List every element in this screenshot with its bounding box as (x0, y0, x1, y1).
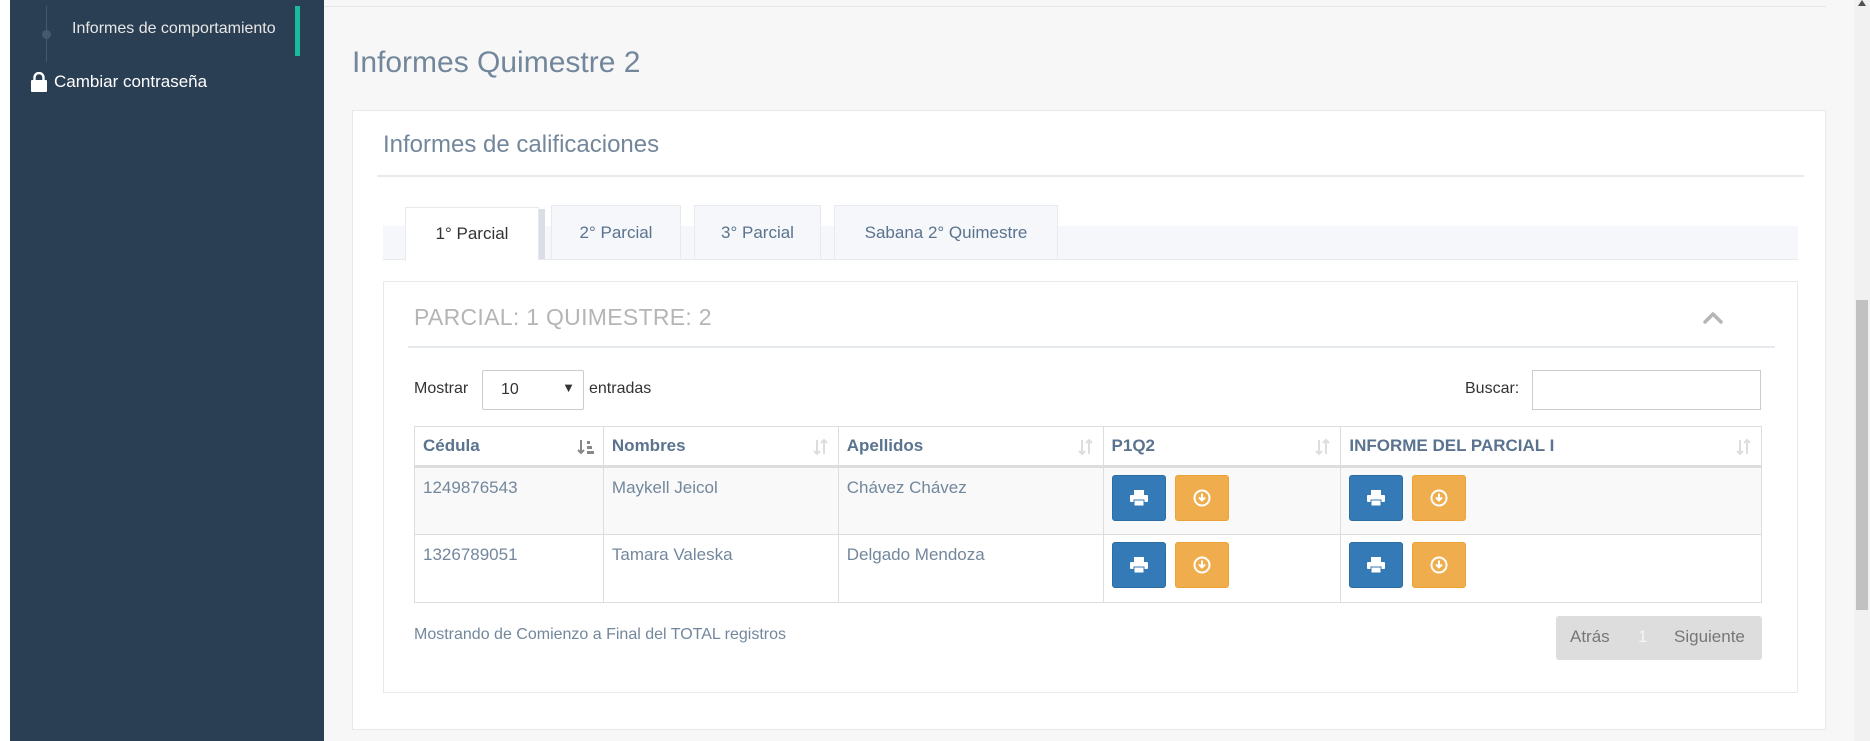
print-icon (1129, 557, 1148, 573)
sort-icon (1077, 438, 1093, 456)
download-button[interactable] (1412, 542, 1467, 588)
page-size-select[interactable]: 10 ▼ (482, 370, 584, 410)
table-row: 1326789051 Tamara Valeska Delgado Mendoz… (414, 534, 1762, 603)
cell-nombres: Maykell Jeicol (602, 466, 839, 535)
entries-label: entradas (589, 380, 652, 397)
pagination: Atrás 1 Siguiente (1556, 616, 1762, 660)
table-row: 1249876543 Maykell Jeicol Chávez Chávez (414, 466, 1762, 535)
tab-sabana[interactable]: Sabana 2° Quimestre (834, 205, 1058, 260)
show-label: Mostrar (414, 380, 469, 397)
search-input[interactable] (1532, 370, 1761, 410)
cell-nombres: Tamara Valeska (602, 534, 839, 603)
print-icon (1129, 490, 1148, 506)
download-button[interactable] (1174, 542, 1229, 588)
sort-icon (813, 438, 828, 456)
print-icon (1367, 490, 1386, 506)
download-icon (1430, 489, 1448, 507)
sidebar: Informes de comportamiento Cambiar contr… (10, 0, 324, 741)
previous-page-button[interactable]: Atrás (1570, 627, 1610, 647)
divider (377, 175, 1804, 177)
tree-dot (42, 30, 51, 39)
print-button[interactable] (1349, 475, 1404, 521)
scroll-up-arrow-icon[interactable] (1858, 0, 1866, 6)
tab-parcial-1[interactable]: 1° Parcial (405, 207, 539, 261)
cell-apellidos: Chávez Chávez (837, 466, 1104, 535)
sidebar-item-label: Informes de comportamiento (72, 20, 276, 37)
divider (408, 346, 1775, 348)
sort-asc-icon (577, 440, 594, 455)
cell-cedula: 1249876543 (414, 466, 604, 535)
section-title: PARCIAL: 1 QUIMESTRE: 2 (414, 304, 712, 330)
column-header-label: Cédula (423, 436, 480, 455)
print-button[interactable] (1111, 542, 1166, 588)
sort-icon (1736, 438, 1751, 456)
column-header-label: Nombres (611, 436, 686, 455)
print-button[interactable] (1349, 542, 1404, 588)
main-content: Informes Quimestre 2 Informes de calific… (324, 0, 1854, 741)
table-header-row: Cédula Nombres Apellidos P1Q2 INFORME DE… (414, 426, 1762, 468)
print-icon (1367, 557, 1386, 573)
search-label: Buscar: (1465, 380, 1520, 397)
sidebar-item-informes-comportamiento[interactable]: Informes de comportamiento (10, 6, 300, 62)
column-header-p1q2[interactable]: P1Q2 (1102, 426, 1342, 468)
vertical-scrollbar[interactable] (1854, 0, 1870, 741)
sidebar-item-label: Cambiar contraseña (54, 72, 208, 91)
cell-informe-actions (1340, 534, 1762, 603)
lock-icon (31, 72, 47, 92)
page-title: Informes Quimestre 2 (352, 46, 641, 79)
panel-title: Informes de calificaciones (383, 131, 660, 158)
table-info: Mostrando de Comienzo a Final del TOTAL … (414, 626, 787, 643)
column-header-label: P1Q2 (1111, 436, 1156, 455)
download-icon (1430, 556, 1448, 574)
students-table: Cédula Nombres Apellidos P1Q2 INFORME DE… (414, 426, 1762, 603)
download-button[interactable] (1412, 475, 1467, 521)
sort-icon (1315, 438, 1331, 456)
column-header-cedula[interactable]: Cédula (414, 426, 604, 468)
sidebar-item-cambiar-contrasena[interactable]: Cambiar contraseña (30, 72, 207, 92)
download-icon (1193, 556, 1211, 574)
download-icon (1193, 489, 1211, 507)
chevron-up-icon[interactable] (1699, 308, 1727, 328)
page-number[interactable]: 1 (1638, 627, 1647, 647)
column-header-label: Apellidos (846, 436, 924, 455)
cell-apellidos: Delgado Mendoza (837, 534, 1104, 603)
cell-informe-actions (1340, 466, 1762, 535)
next-page-button[interactable]: Siguiente (1674, 627, 1745, 647)
column-header-label: INFORME DEL PARCIAL I (1349, 436, 1555, 455)
page-size-value: 10 (501, 381, 519, 398)
parcial-section: PARCIAL: 1 QUIMESTRE: 2 Mostrar 10 ▼ ent… (383, 281, 1798, 693)
scrollbar-thumb[interactable] (1856, 300, 1868, 610)
tab-parcial-3[interactable]: 3° Parcial (694, 205, 821, 260)
cell-cedula: 1326789051 (414, 534, 604, 603)
download-button[interactable] (1174, 475, 1229, 521)
print-button[interactable] (1111, 475, 1166, 521)
column-header-nombres[interactable]: Nombres (602, 426, 839, 468)
column-header-informe[interactable]: INFORME DEL PARCIAL I (1340, 426, 1762, 468)
divider (324, 6, 1826, 7)
caret-down-icon: ▼ (562, 380, 575, 395)
tab-parcial-2[interactable]: 2° Parcial (551, 205, 681, 260)
reports-panel: Informes de calificaciones 1° Parcial 2°… (352, 110, 1826, 730)
cell-p1q2-actions (1102, 466, 1342, 535)
column-header-apellidos[interactable]: Apellidos (837, 426, 1104, 468)
cell-p1q2-actions (1102, 534, 1342, 603)
